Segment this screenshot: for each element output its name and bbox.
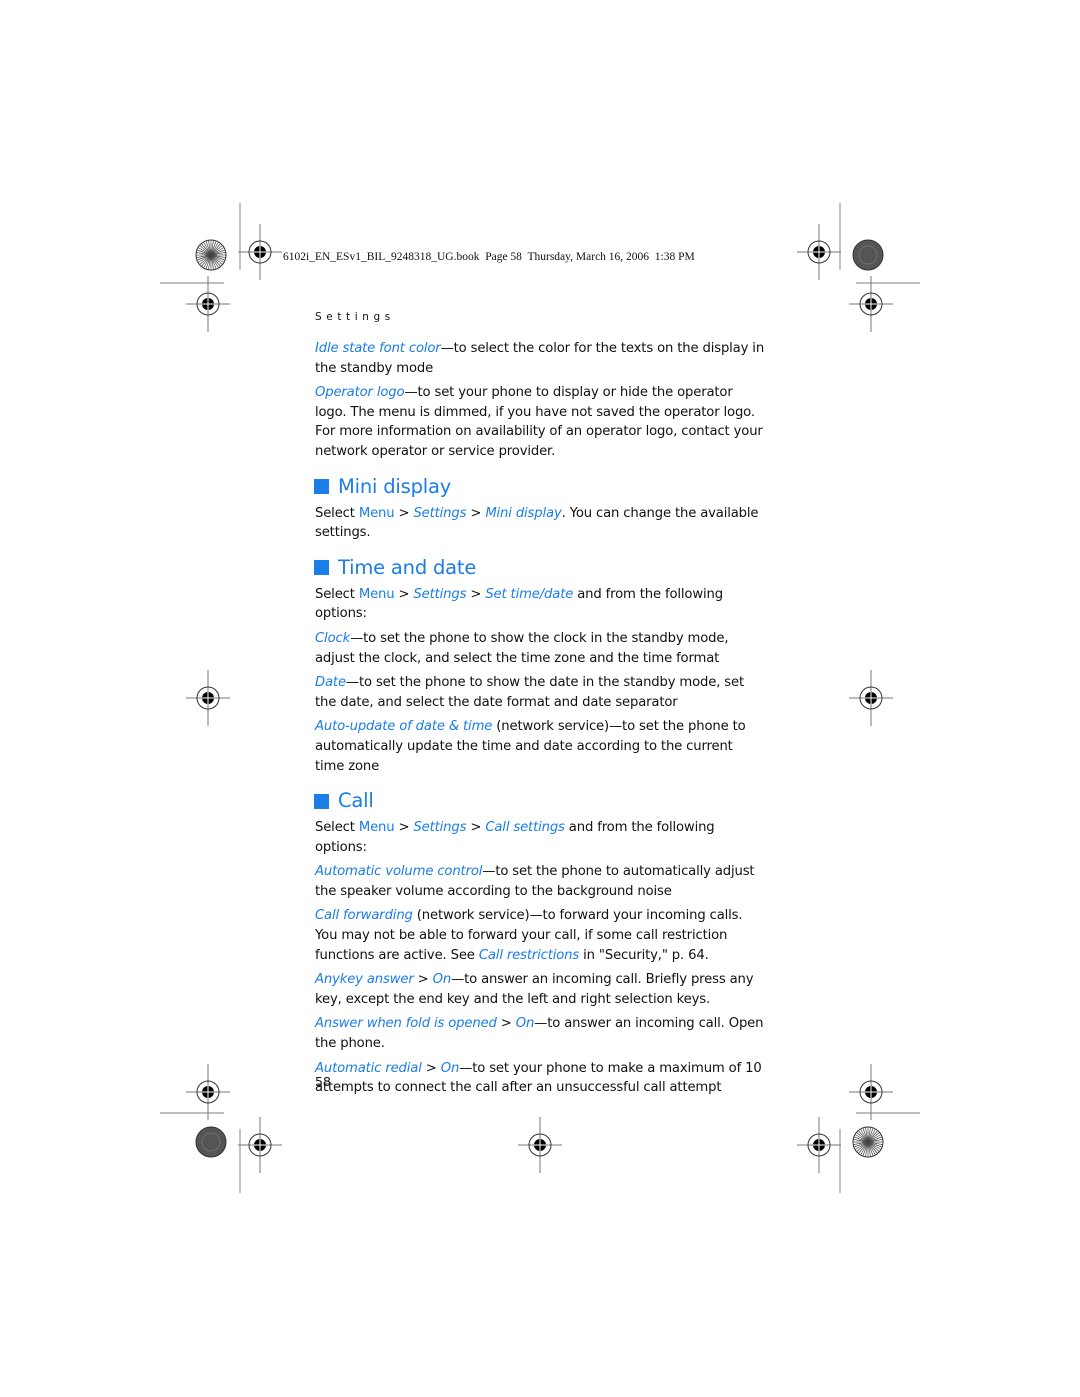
registration-mark-icon [848,1063,894,1121]
list-item: Date—to set the phone to show the date i… [315,675,745,710]
registration-mark-icon [796,1116,842,1174]
registration-mark-icon [848,669,894,727]
registration-mark-icon [237,223,283,281]
page-content: Idle state font color—to select the colo… [314,339,765,1103]
menu-link: Menu [358,505,395,521]
registration-mark-icon [848,275,894,333]
list-item: Idle state font color—to select the colo… [315,341,765,376]
menu-path: Select Menu > Settings > Call settings a… [315,820,715,855]
list-item: Answer when fold is opened > On—to answe… [315,1016,764,1052]
registration-mark-icon [517,1116,563,1174]
term: Operator logo [315,385,405,401]
starburst-target-icon [852,1126,884,1158]
list-item: Call forwarding (network service)—to for… [315,908,743,963]
cross-reference-link[interactable]: Call restrictions [479,948,579,963]
gray-target-icon [852,239,884,271]
menu-link: Menu [358,586,395,602]
registration-mark-icon [185,669,231,727]
section-running-head: Settings [315,311,395,323]
list-item: Operator logo—to set your phone to displ… [315,385,763,459]
heading-time-and-date: Time and date [314,556,765,580]
heading-bullet-icon [314,793,329,809]
gray-target-icon [195,1126,227,1158]
heading-bullet-icon [314,479,329,495]
page-number: 58 [315,1074,331,1089]
heading-bullet-icon [314,560,329,576]
heading-call: Call [314,789,765,813]
registration-mark-icon [796,223,842,281]
starburst-target-icon [195,239,227,271]
registration-mark-icon [185,1063,231,1121]
list-item: Auto-update of date & time (network serv… [315,719,746,774]
registration-mark-icon [237,1116,283,1174]
menu-link: Menu [358,820,395,836]
list-item: Automatic redial > On—to set your phone … [315,1060,762,1096]
term: Idle state font color [315,341,441,356]
menu-path: Select Menu > Settings > Mini display. Y… [315,505,759,541]
list-item: Anykey answer > On—to answer an incoming… [315,972,754,1007]
list-item: Automatic volume control—to set the phon… [315,864,755,899]
menu-path: Select Menu > Settings > Set time/date a… [315,586,723,622]
book-print-header: 6102i_EN_ESv1_BIL_9248318_UG.book Page 5… [283,251,695,263]
heading-mini-display: Mini display [314,475,765,499]
registration-mark-icon [185,275,231,333]
list-item: Clock—to set the phone to show the clock… [315,630,729,666]
